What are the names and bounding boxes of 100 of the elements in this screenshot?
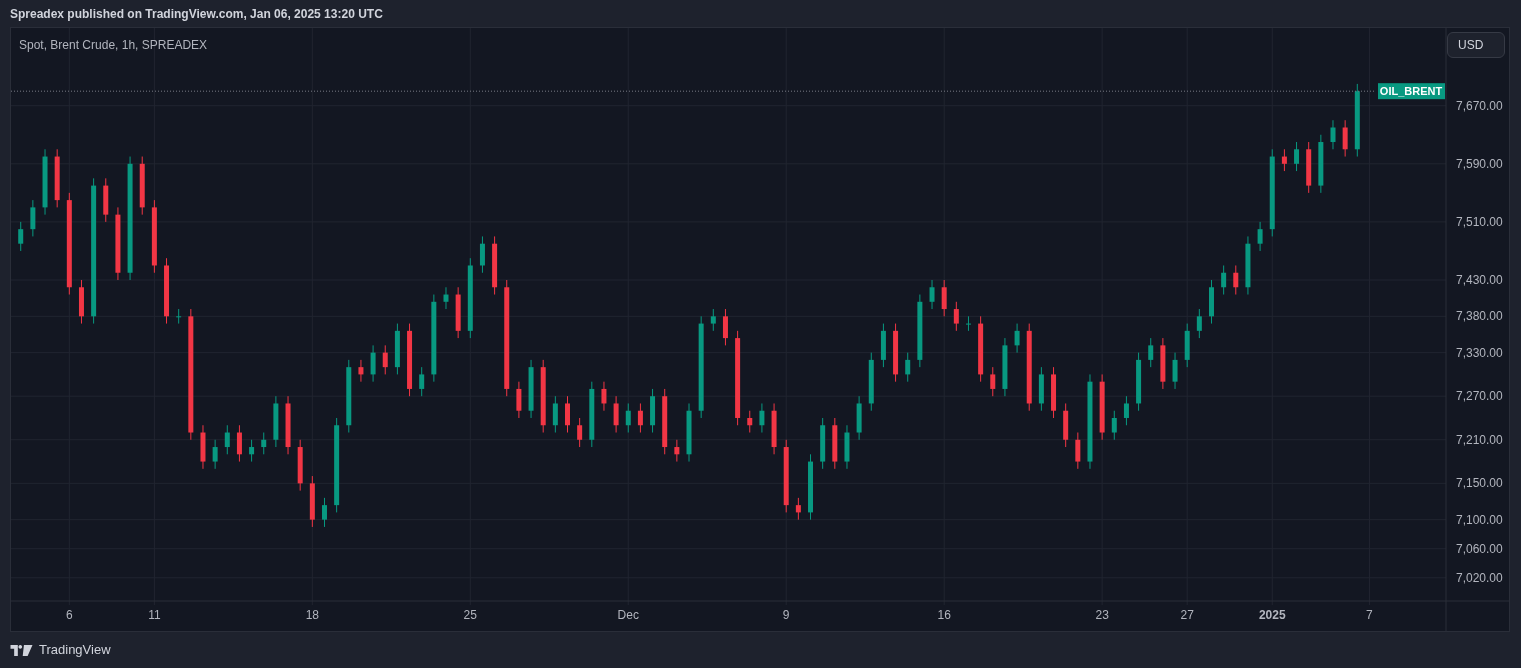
chart-title: Spot, Brent Crude, 1h, SPREADEX xyxy=(19,37,208,54)
candlestick xyxy=(273,395,279,448)
candlestick xyxy=(710,308,716,332)
time-axis-label: 18 xyxy=(305,608,319,622)
candlestick xyxy=(1063,402,1069,448)
time-axis-label: 16 xyxy=(937,608,951,622)
candlestick xyxy=(552,395,558,433)
candlestick xyxy=(1172,352,1178,390)
candlestick xyxy=(370,344,376,383)
candlestick xyxy=(577,417,583,448)
candlestick xyxy=(990,366,996,397)
candlestick xyxy=(176,308,182,325)
candlestick xyxy=(18,221,24,252)
candlestick xyxy=(212,439,218,470)
candlestick xyxy=(1123,395,1129,426)
time-axis-label: 23 xyxy=(1095,608,1109,622)
candlestick xyxy=(394,323,400,375)
candlestick xyxy=(261,432,267,455)
candlestick xyxy=(1318,134,1324,194)
candlestick xyxy=(941,279,947,317)
time-axis-label: 9 xyxy=(782,608,790,622)
price-axis-label: 7,670.00 xyxy=(1456,98,1503,113)
candlestick xyxy=(1111,410,1117,441)
candlestick xyxy=(650,388,656,433)
candlestick xyxy=(54,148,60,208)
candlestick xyxy=(1002,337,1008,397)
candlestick xyxy=(1342,119,1348,158)
candlestick xyxy=(419,366,425,397)
candlestick xyxy=(771,402,777,455)
candlestick xyxy=(1233,265,1239,296)
candlestick xyxy=(589,381,595,448)
candlestick xyxy=(613,395,619,433)
candlestick xyxy=(601,381,607,412)
candlestick xyxy=(953,301,959,332)
price-axis-label: 7,210.00 xyxy=(1456,432,1503,447)
candlestick xyxy=(358,359,364,383)
candlestick xyxy=(1209,279,1214,325)
candlestick xyxy=(236,424,242,463)
time-axis-label: 27 xyxy=(1180,608,1194,622)
candlestick xyxy=(1051,366,1057,419)
candlestick xyxy=(625,402,631,433)
candlestick xyxy=(1306,141,1312,194)
candlestick xyxy=(868,352,874,412)
candlestick xyxy=(249,439,255,463)
candlestick xyxy=(905,352,911,383)
candlestick xyxy=(808,453,813,521)
publish-caption: Spreadex published on TradingView.com, Jan 06, 2025 13:20 UTC xyxy=(10,5,383,23)
candlestick xyxy=(224,424,230,455)
candlestick xyxy=(1196,308,1202,339)
candlestick xyxy=(42,148,48,216)
candlestick xyxy=(1148,337,1154,368)
candlestick xyxy=(1330,119,1336,150)
candlestick xyxy=(285,395,291,455)
candlestick xyxy=(1184,323,1190,368)
price-axis-label: 7,150.00 xyxy=(1456,476,1503,491)
candlestick xyxy=(1221,265,1227,296)
price-axis-label: 7,020.00 xyxy=(1456,570,1503,585)
price-axis-label: 7,510.00 xyxy=(1456,214,1503,229)
price-axis-label: 7,330.00 xyxy=(1456,345,1503,360)
candlestick xyxy=(309,475,315,528)
candlestick xyxy=(759,402,765,433)
candlestick xyxy=(528,359,534,419)
logo-icon xyxy=(10,644,33,656)
candlestick xyxy=(978,315,984,383)
currency-button[interactable]: USD xyxy=(1447,32,1505,58)
candlestick xyxy=(1075,432,1081,470)
candlestick xyxy=(893,323,899,383)
candlestick xyxy=(164,257,170,325)
candlestick xyxy=(1099,373,1105,441)
candlestick xyxy=(820,417,826,470)
time-axis-label: 2025 xyxy=(1258,608,1286,622)
candlestick xyxy=(1281,148,1287,172)
price-axis-label: 7,430.00 xyxy=(1456,273,1503,287)
brand-name: TradingView xyxy=(39,641,111,660)
candlestick xyxy=(443,286,449,310)
price-axis-label: 7,060.00 xyxy=(1456,541,1503,556)
candlestick xyxy=(1136,352,1142,412)
candlestick xyxy=(565,395,570,433)
candlestick xyxy=(880,323,886,368)
candlestick xyxy=(103,177,109,223)
price-tag: OIL_BRENT xyxy=(1378,83,1445,100)
time-axis-label: 25 xyxy=(463,608,477,622)
time-axis-label: 6 xyxy=(66,608,73,622)
candlestick xyxy=(1245,235,1251,296)
candlestick xyxy=(479,235,485,274)
candlestick xyxy=(1257,221,1263,252)
candlestick xyxy=(492,235,498,296)
time-axis-label: 11 xyxy=(148,608,161,622)
candlestick xyxy=(844,424,850,470)
candlestick xyxy=(1160,337,1166,390)
candlestick xyxy=(200,424,206,470)
candlestick xyxy=(1014,323,1020,354)
candlestick xyxy=(516,381,522,419)
candlestick xyxy=(78,279,84,325)
candlestick xyxy=(322,497,327,528)
candlestick xyxy=(674,439,680,463)
candlestick xyxy=(662,388,668,455)
price-axis-label: 7,590.00 xyxy=(1456,156,1503,171)
candlestick xyxy=(139,156,145,216)
candlestick xyxy=(455,286,461,339)
